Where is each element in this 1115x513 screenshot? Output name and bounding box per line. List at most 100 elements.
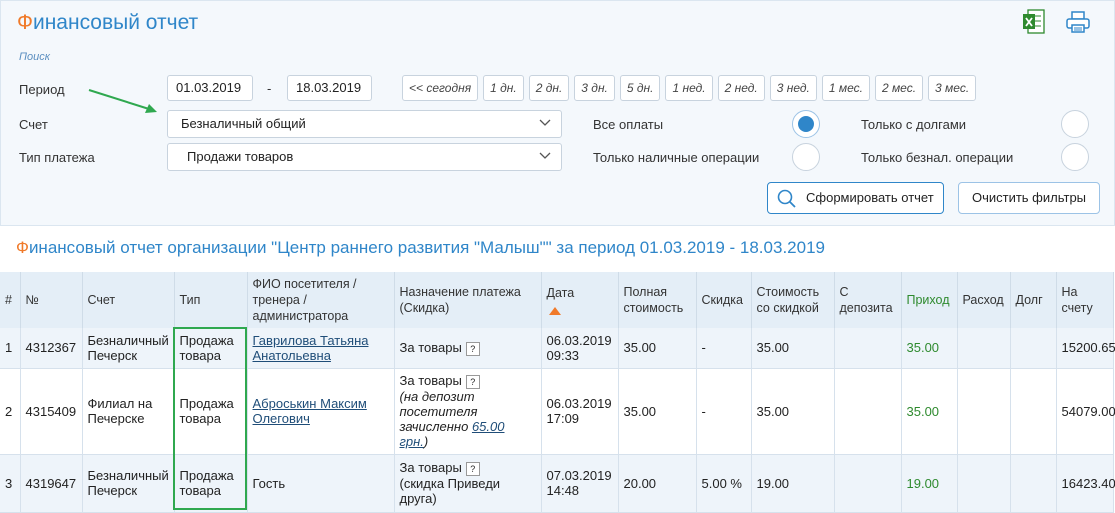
cell-type: Продажа товара <box>174 368 248 455</box>
printer-icon[interactable] <box>1064 9 1092 35</box>
payment-type-select[interactable]: Продажи товаров <box>167 143 562 171</box>
cell-discount: 5.00 % <box>696 454 752 513</box>
col-discounted-cost: Стоимость со скидкой <box>751 272 835 328</box>
cell-type: Продажа товара <box>174 454 248 513</box>
page-title: Финансовый отчет <box>17 11 199 34</box>
quick-period-2m[interactable]: 2 мес. <box>874 75 924 101</box>
only-cash-label: Только наличные операции <box>593 150 760 165</box>
sort-asc-icon[interactable] <box>548 307 561 315</box>
date-to-input[interactable]: 18.03.2019 <box>287 75 372 101</box>
quick-period-3w[interactable]: 3 нед. <box>769 75 817 101</box>
cell-discounted-cost: 35.00 <box>751 328 835 369</box>
table-row: 3 4319647 Безналичный Печерск Продажа то… <box>0 454 1115 513</box>
col-number: № <box>20 272 83 328</box>
cell-person: Гость <box>247 454 395 513</box>
cell-discount: - <box>696 368 752 455</box>
table-row: 2 4315409 Филиал на Печерске Продажа тов… <box>0 368 1115 455</box>
discount-note: (скидка Приведи друга) <box>399 475 501 506</box>
col-type: Тип <box>174 272 248 328</box>
cell-debt <box>1010 454 1057 513</box>
cell-expense <box>957 368 1011 455</box>
chevron-down-icon <box>539 119 551 126</box>
cell-full-cost: 35.00 <box>618 328 697 369</box>
only-debts-radio[interactable] <box>1061 110 1089 138</box>
cell-number: 4315409 <box>20 368 83 455</box>
quick-period-1d[interactable]: 1 дн. <box>483 75 524 101</box>
col-index: # <box>0 272 21 328</box>
cell-income: 35.00 <box>901 328 958 369</box>
quick-period-2d[interactable]: 2 дн. <box>528 75 570 101</box>
quick-period-buttons: << сегодня 1 дн. 2 дн. 3 дн. 5 дн. 1 нед… <box>402 75 977 101</box>
col-discount: Скидка <box>696 272 752 328</box>
cell-balance: 16423.40 <box>1056 454 1115 513</box>
cell-discounted-cost: 19.00 <box>751 454 835 513</box>
cell-number: 4312367 <box>20 328 83 369</box>
only-noncash-radio[interactable] <box>1061 143 1089 171</box>
excel-icon[interactable] <box>1020 9 1048 35</box>
cell-index: 1 <box>0 328 21 369</box>
col-expense: Расход <box>957 272 1011 328</box>
search-icon <box>777 189 796 208</box>
col-account: Счет <box>82 272 175 328</box>
col-income: Приход <box>901 272 958 328</box>
cell-purpose: За товары? (скидка Приведи друга) <box>394 454 542 513</box>
cell-type: Продажа товара <box>174 328 248 369</box>
cell-income: 19.00 <box>901 454 958 513</box>
all-payments-label: Все оплаты <box>593 117 664 132</box>
quick-period-2w[interactable]: 2 нед. <box>717 75 765 101</box>
col-date[interactable]: Дата <box>541 272 619 328</box>
cell-index: 3 <box>0 454 21 513</box>
person-link[interactable]: Аброськин Максим Олегович <box>253 396 367 426</box>
cell-balance: 15200.65 <box>1056 328 1115 369</box>
generate-report-button[interactable]: Сформировать отчет <box>767 182 944 214</box>
cell-income: 35.00 <box>901 368 958 455</box>
only-debts-label: Только с долгами <box>861 117 967 132</box>
person-link[interactable]: Гаврилова Татьяна Анатольевна <box>253 333 369 363</box>
col-full-cost: Полная стоимость <box>618 272 697 328</box>
table-header-row: # № Счет Тип ФИО посетителя / тренера / … <box>0 272 1114 328</box>
help-icon[interactable]: ? <box>465 374 480 389</box>
quick-period-3m[interactable]: 3 мес. <box>928 75 977 101</box>
cell-from-deposit <box>834 368 902 455</box>
help-icon[interactable]: ? <box>465 341 480 356</box>
cell-account: Филиал на Печерске <box>82 368 175 455</box>
cell-person: Гаврилова Татьяна Анатольевна <box>247 328 395 369</box>
date-from-input[interactable]: 01.03.2019 <box>167 75 253 101</box>
payment-type-select-value: Продажи товаров <box>187 149 294 164</box>
only-cash-radio[interactable] <box>792 143 820 171</box>
payment-type-label: Тип платежа <box>19 150 95 165</box>
clear-filters-label: Очистить фильтры <box>971 190 1087 205</box>
cell-debt <box>1010 328 1057 369</box>
account-select[interactable]: Безналичный общий <box>167 110 562 138</box>
top-actions <box>1020 9 1092 35</box>
help-icon[interactable]: ? <box>465 461 480 476</box>
generate-report-label: Сформировать отчет <box>806 190 934 205</box>
quick-period-5d[interactable]: 5 дн. <box>619 75 661 101</box>
quick-period-today[interactable]: << сегодня <box>402 75 479 101</box>
cell-expense <box>957 454 1011 513</box>
report-table: # № Счет Тип ФИО посетителя / тренера / … <box>0 272 1115 513</box>
cell-from-deposit <box>834 454 902 513</box>
cell-expense <box>957 328 1011 369</box>
period-label: Период <box>19 82 65 97</box>
chevron-down-icon <box>539 152 551 159</box>
clear-filters-button[interactable]: Очистить фильтры <box>958 182 1100 214</box>
quick-period-1m[interactable]: 1 мес. <box>821 75 870 101</box>
all-payments-radio[interactable] <box>792 110 820 138</box>
quick-period-1w[interactable]: 1 нед. <box>665 75 713 101</box>
table-row: 1 4312367 Безналичный Печерск Продажа то… <box>0 328 1115 369</box>
cell-from-deposit <box>834 328 902 369</box>
cell-debt <box>1010 368 1057 455</box>
cell-account: Безналичный Печерск <box>82 454 175 513</box>
col-date-label: Дата <box>546 286 575 300</box>
cell-date: 06.03.2019 09:33 <box>541 328 619 369</box>
cell-purpose: За товары? <box>394 328 542 369</box>
cell-person: Аброськин Максим Олегович <box>247 368 395 455</box>
quick-period-3d[interactable]: 3 дн. <box>574 75 615 101</box>
cell-full-cost: 35.00 <box>618 368 697 455</box>
filter-panel: Финансовый отчет Поиск Период 01.03.2019… <box>0 0 1115 226</box>
col-from-deposit: С депозита <box>834 272 902 328</box>
only-noncash-label: Только безнал. операции <box>861 150 1014 165</box>
cell-balance: 54079.00 <box>1056 368 1115 455</box>
col-balance: На счету <box>1056 272 1114 328</box>
